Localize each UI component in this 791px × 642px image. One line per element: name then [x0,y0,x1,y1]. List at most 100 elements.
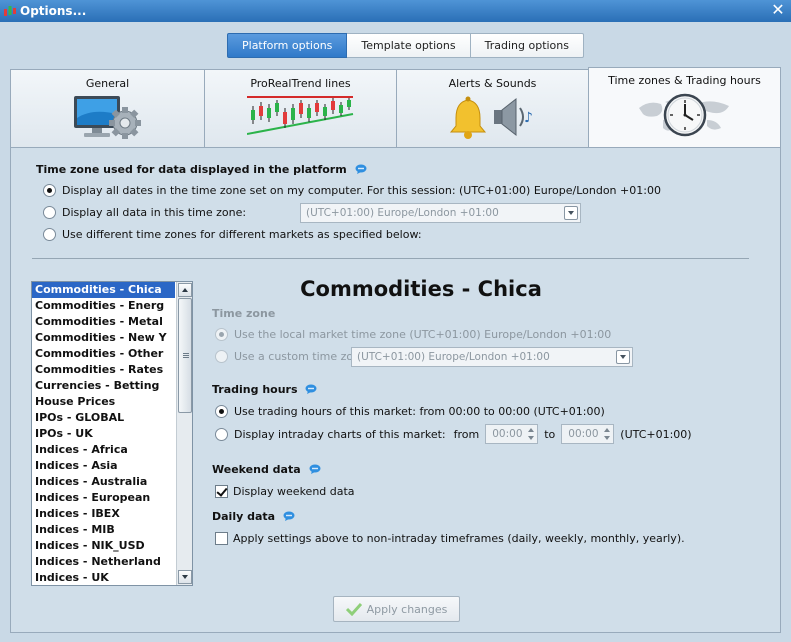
chevron-down-icon[interactable] [616,350,630,364]
spinner-arrows-icon[interactable] [604,428,611,440]
info-bubble-icon[interactable] [305,384,317,394]
info-bubble-icon[interactable] [283,511,295,521]
weekend-data-checkbox-label: Display weekend data [233,485,355,498]
market-list-items: Commodities - Chica Commodities - Energ Co… [32,282,192,585]
chevron-down-icon[interactable] [564,206,578,220]
apply-changes-button[interactable]: Apply changes [333,596,460,622]
info-bubble-icon[interactable] [309,464,321,474]
time-zones-panel: Time zone used for data displayed in the… [10,147,781,633]
scroll-down-icon[interactable] [178,570,192,584]
market-list[interactable]: Commodities - Chica Commodities - Energ Co… [31,281,193,586]
list-item[interactable]: Commodities - Energ [32,298,175,314]
option-intraday-hours-label: Display intraday charts of this market: [234,427,446,441]
timezone-section-title: Time zone used for data displayed in the… [36,163,367,176]
list-item[interactable]: IPOs - UK [32,426,175,442]
to-label: to [544,427,556,441]
list-item[interactable]: Commodities - New Y [32,330,175,346]
daily-data-title: Daily data [212,510,295,523]
market-list-scrollbar[interactable] [176,282,192,585]
option-local-market-timezone[interactable]: Use the local market time zone (UTC+01:0… [215,328,611,341]
app-logo-icon [4,6,16,16]
daily-data-label: Daily data [212,510,276,523]
list-item[interactable]: Indices - UK [32,570,175,585]
list-item[interactable]: Commodities - Other [32,346,175,362]
custom-timezone-select[interactable]: (UTC+01:00) Europe/London +01:00 [351,347,633,367]
to-time-value: 00:00 [568,428,599,440]
list-item[interactable]: House Prices [32,394,175,410]
tab-trading-options[interactable]: Trading options [470,33,584,58]
tab-time-zones-label: Time zones & Trading hours [608,74,761,87]
scrollbar-thumb[interactable] [178,298,192,413]
scroll-up-icon[interactable] [178,283,192,297]
list-item[interactable]: IPOs - GLOBAL [32,410,175,426]
daily-data-option[interactable]: Apply settings above to non-intraday tim… [215,532,685,545]
option-specific-timezone[interactable]: Display all data in this time zone: [43,206,246,219]
title-bar: Options... ✕ [0,0,791,22]
list-item[interactable]: Indices - Africa [32,442,175,458]
list-item[interactable]: Commodities - Metal [32,314,175,330]
radio-custom-timezone[interactable] [215,350,228,363]
spinner-arrows-icon[interactable] [528,428,535,440]
list-item[interactable]: Indices - European [32,490,175,506]
svg-text:♪: ♪ [524,110,533,126]
bell-speaker-icon: ♪ [449,96,533,139]
tab-template-options[interactable]: Template options [347,33,471,58]
option-per-market-timezone[interactable]: Use different time zones for different m… [43,228,422,241]
option-specific-timezone-label: Display all data in this time zone: [62,206,247,219]
radio-computer-timezone[interactable] [43,184,56,197]
monitor-gear-icon [73,96,141,139]
list-item[interactable]: Commodities - Chica [32,282,175,298]
to-time-stepper[interactable]: 00:00 [561,424,615,444]
weekend-data-option[interactable]: Display weekend data [215,485,355,498]
option-computer-timezone-label: Display all dates in the time zone set o… [62,184,661,197]
weekend-data-label: Weekend data [212,463,301,476]
info-bubble-icon[interactable] [355,164,367,174]
options-type-tabs: Platform options Template options Tradin… [227,33,584,58]
intraday-tz-suffix: (UTC+01:00) [620,427,692,441]
option-custom-timezone[interactable]: Use a custom time zone: [215,350,371,363]
market-title: Commodities - Chica [300,277,542,301]
custom-timezone-value: (UTC+01:00) Europe/London +01:00 [357,351,550,363]
check-icon [345,602,362,616]
close-icon[interactable]: ✕ [769,1,787,19]
list-item[interactable]: Indices - Asia [32,458,175,474]
weekend-data-title: Weekend data [212,463,321,476]
option-market-trading-hours-label: Use trading hours of this market: from 0… [234,405,605,418]
tab-general[interactable]: General [10,69,205,148]
timezone-section-label: Time zone used for data displayed in the… [36,163,347,176]
radio-specific-timezone[interactable] [43,206,56,219]
grip-icon [183,353,189,359]
option-per-market-timezone-label: Use different time zones for different m… [62,228,422,241]
tab-alerts-sounds-label: Alerts & Sounds [448,77,537,90]
option-computer-timezone[interactable]: Display all dates in the time zone set o… [43,184,661,197]
from-time-stepper[interactable]: 00:00 [485,424,539,444]
window-title: Options... [20,4,87,18]
trading-hours-title: Trading hours [212,383,317,396]
radio-intraday-hours[interactable] [215,427,228,441]
list-item[interactable]: Indices - Netherland [32,554,175,570]
tab-time-zones[interactable]: Time zones & Trading hours [588,67,781,148]
radio-local-market-timezone[interactable] [215,328,228,341]
trend-lines-icon [246,96,353,135]
tab-prorealtrend[interactable]: ProRealTrend lines [204,69,397,148]
list-item[interactable]: Commodities - Rates [32,362,175,378]
list-item[interactable]: Indices - Australia [32,474,175,490]
list-item[interactable]: Currencies - Betting [32,378,175,394]
tab-alerts-sounds[interactable]: Alerts & Sounds ♪ [396,69,589,148]
option-market-trading-hours[interactable]: Use trading hours of this market: from 0… [215,405,605,418]
radio-per-market-timezone[interactable] [43,228,56,241]
specific-timezone-select[interactable]: (UTC+01:00) Europe/London +01:00 [300,203,581,223]
from-time-value: 00:00 [492,428,523,440]
timezone-label: Time zone [212,307,276,320]
apply-changes-label: Apply changes [366,602,448,616]
list-item[interactable]: Indices - IBEX [32,506,175,522]
section-divider [32,258,749,259]
option-intraday-hours[interactable]: Display intraday charts of this market: … [215,424,692,444]
daily-data-checkbox[interactable] [215,532,228,545]
tab-platform-options[interactable]: Platform options [227,33,348,58]
trading-hours-label: Trading hours [212,383,298,396]
weekend-data-checkbox[interactable] [215,485,228,498]
list-item[interactable]: Indices - NIK_USD [32,538,175,554]
list-item[interactable]: Indices - MIB [32,522,175,538]
radio-market-trading-hours[interactable] [215,405,228,418]
